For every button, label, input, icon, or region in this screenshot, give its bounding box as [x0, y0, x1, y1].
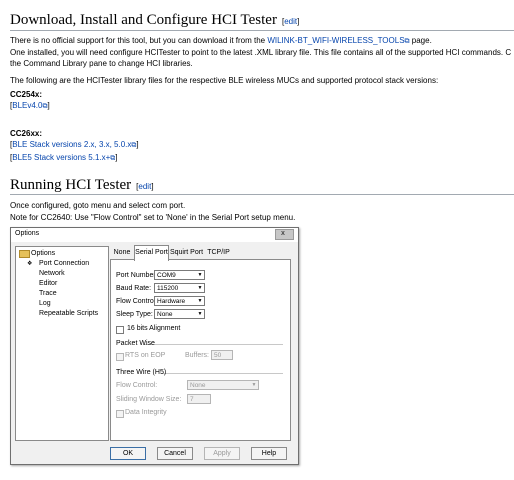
tree-item-options[interactable]: Options	[31, 249, 55, 258]
tab-none[interactable]: None	[111, 246, 133, 259]
chevron-down-icon: ▼	[196, 284, 204, 292]
edit-link[interactable]: [edit]	[282, 17, 299, 26]
dialog-title: Options	[15, 230, 40, 237]
tree-item-log[interactable]: Log	[39, 299, 51, 308]
chevron-down-icon: ▼	[196, 310, 204, 318]
three-wire-label: Three Wire (H5)	[116, 369, 167, 376]
tab-squirt-port[interactable]: Squirt Port	[169, 246, 204, 259]
data-integrity-label: Data Integrity	[125, 409, 167, 416]
tab-serial-port[interactable]: Serial Port	[134, 245, 169, 261]
help-button[interactable]: Help	[251, 447, 287, 460]
data-integrity-checkbox[interactable]	[116, 410, 124, 418]
options-tree: Options ❖ Port Connection Network Editor…	[15, 246, 109, 441]
baud-rate-label: Baud Rate:	[116, 285, 152, 292]
cc26xx-label: CC26xx:	[10, 129, 43, 138]
cc26xx-link-line-1: [BLE Stack versions 2.x, 3.x, 5.0.x⧉]	[10, 140, 139, 149]
arrow-icon: ❖	[27, 261, 33, 267]
close-icon: x	[281, 230, 285, 237]
blev40-link[interactable]: BLEv4.0	[12, 101, 42, 110]
chevron-down-icon: ▼	[196, 297, 204, 305]
heading-rule	[10, 194, 514, 195]
sliding-window-spinner[interactable]: 7	[187, 394, 211, 404]
cancel-button[interactable]: Cancel	[157, 447, 193, 460]
options-dialog: Options x Options ❖ Port Connection Netw…	[10, 227, 299, 465]
baud-rate-select[interactable]: 115200 ▼	[154, 283, 205, 293]
folder-icon	[19, 250, 30, 258]
running-line2: Note for CC2640: Use "Flow Control" set …	[10, 213, 296, 222]
tw-flow-control-select[interactable]: None ▼	[187, 380, 259, 390]
tw-flow-control-label: Flow Control:	[116, 382, 158, 389]
packet-wise-divider	[143, 344, 283, 345]
sleep-type-select[interactable]: None ▼	[154, 309, 205, 319]
tab-tcp-ip[interactable]: TCP/IP	[205, 246, 232, 259]
bits16-label: 16 bits Alignment	[127, 325, 181, 332]
dialog-titlebar: Options x	[11, 228, 298, 242]
sliding-window-label: Sliding Window Size:	[116, 396, 182, 403]
port-number-label: Port Number:	[116, 272, 158, 279]
chevron-down-icon: ▼	[196, 271, 204, 279]
rts-on-eop-checkbox[interactable]	[116, 353, 124, 361]
heading-text: Download, Install and Configure HCI Test…	[10, 12, 277, 28]
heading-text: Running HCI Tester	[10, 177, 132, 193]
cc254x-label: CC254x:	[10, 90, 43, 99]
tree-item-editor[interactable]: Editor	[39, 279, 57, 288]
buffers-field[interactable]: 50	[211, 350, 233, 360]
tree-item-network[interactable]: Network	[39, 269, 65, 278]
apply-button[interactable]: Apply	[204, 447, 240, 460]
para-configure-line1: One installed, you will need configure H…	[10, 48, 512, 57]
para-configure-line2: the Command Library pane to change HCI l…	[10, 59, 193, 68]
flow-control-label: Flow Control:	[116, 298, 158, 305]
packet-wise-label: Packet Wise	[116, 340, 155, 347]
tree-item-repeatable-scripts[interactable]: Repeatable Scripts	[39, 309, 98, 318]
tree-item-trace[interactable]: Trace	[39, 289, 57, 298]
cc254x-link-line: [BLEv4.0⧉]	[10, 101, 50, 110]
para-official-support: There is no official support for this to…	[10, 36, 432, 45]
close-button[interactable]: x	[275, 229, 294, 240]
chevron-down-icon: ▼	[251, 382, 257, 388]
rts-on-eop-label: RTS on EOP	[125, 352, 166, 359]
port-number-select[interactable]: COM9 ▼	[154, 270, 205, 280]
heading-rule	[10, 30, 514, 31]
para-library-files: The following are the HCITester library …	[10, 76, 439, 85]
cc26xx-link-line-2: [BLE5 Stack versions 5.1.x+⧉]	[10, 153, 118, 162]
sleep-type-label: Sleep Type:	[116, 311, 153, 318]
serial-port-panel: Port Number: COM9 ▼ Baud Rate: 115200 ▼ Fl…	[110, 259, 291, 441]
bits16-checkbox[interactable]	[116, 326, 124, 334]
ble-stack-2x-link[interactable]: BLE Stack versions 2.x, 3.x, 5.0.x	[12, 140, 131, 149]
ble5-stack-link[interactable]: BLE5 Stack versions 5.1.x+	[12, 153, 110, 162]
running-line1: Once configured, goto menu and select co…	[10, 201, 186, 210]
buffers-label: Buffers:	[185, 352, 209, 359]
wilink-tools-link[interactable]: WILINK-BT_WIFI-WIRELESS_TOOLS	[267, 36, 404, 45]
three-wire-divider	[161, 373, 283, 374]
flow-control-select[interactable]: Hardware ▼	[154, 296, 205, 306]
tree-item-port-connection[interactable]: Port Connection	[39, 259, 89, 268]
section-heading-download: Download, Install and Configure HCI Test…	[10, 12, 299, 29]
wiki-page: Download, Install and Configure HCI Test…	[0, 0, 514, 480]
edit-link[interactable]: [edit]	[136, 182, 153, 191]
section-heading-running: Running HCI Tester [edit]	[10, 177, 154, 194]
ok-button[interactable]: OK	[110, 447, 146, 460]
